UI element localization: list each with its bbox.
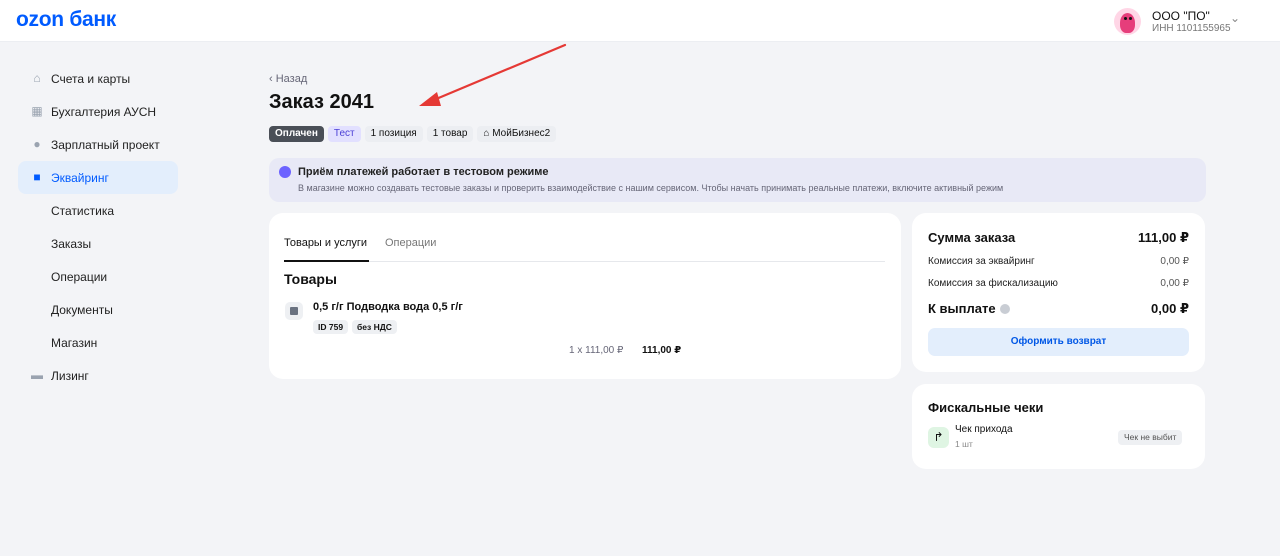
page-title: Заказ 2041 xyxy=(269,91,375,113)
chevron-left-icon: ‹ xyxy=(269,73,276,85)
back-link[interactable]: ‹ Назад xyxy=(269,73,307,85)
gear-icon xyxy=(279,166,291,178)
sidebar: ⌂ Счета и карты ▦ Бухгалтерия АУСН ● Зар… xyxy=(18,62,178,392)
sidebar-item-label: Счета и карты xyxy=(51,71,131,86)
sidebar-item-label: Бухгалтерия АУСН xyxy=(51,104,157,119)
back-label: Назад xyxy=(275,73,308,85)
sidebar-item-label: Зарплатный проект xyxy=(51,137,160,152)
positions-badge: 1 позиция xyxy=(364,126,423,142)
sidebar-item-label: Операции xyxy=(51,269,108,284)
active-tab-indicator xyxy=(284,260,369,262)
sidebar-item-accounting[interactable]: ▦ Бухгалтерия АУСН xyxy=(18,95,178,128)
product-total: 111,00 ₽ xyxy=(642,345,682,356)
receipt-name[interactable]: Чек прихода xyxy=(955,424,1013,435)
sidebar-item-label: Магазин xyxy=(51,335,98,350)
notice-text: В магазине можно создавать тестовые зака… xyxy=(298,183,1004,193)
section-title: Товары xyxy=(284,271,337,287)
annotation-arrow-head xyxy=(419,92,441,106)
top-bar: ozon банк ООО "ПО" ИНН 1101155965 ⌄ xyxy=(0,0,1280,42)
product-tags: ID 759 без НДС xyxy=(313,320,397,334)
refund-button[interactable]: Оформить возврат xyxy=(928,328,1189,356)
people-icon: ● xyxy=(33,137,41,151)
order-badges: Оплачен Тест 1 позиция 1 товар ⌂ МойБизн… xyxy=(269,126,557,142)
order-items-card: Товары и услуги Операции Товары 0,5 г/г … xyxy=(269,213,901,379)
sidebar-item-accounts[interactable]: ⌂ Счета и карты xyxy=(18,62,178,95)
product-name: 0,5 г/г Подводка вода 0,5 г/г xyxy=(313,301,463,313)
calculator-icon: ▦ xyxy=(31,104,43,118)
sidebar-item-leasing[interactable]: ▬ Лизинг xyxy=(18,359,178,392)
sidebar-item-label: Лизинг xyxy=(51,368,89,383)
payout-label-wrap: К выплате xyxy=(928,301,1010,316)
shop-icon: ⌂ xyxy=(483,128,493,139)
sum-label: Сумма заказа xyxy=(928,230,1016,245)
test-badge: Тест xyxy=(327,126,361,142)
chevron-down-icon[interactable]: ⌄ xyxy=(1230,11,1240,25)
avatar xyxy=(1114,8,1141,35)
acquiring-fee-value: 0,00 ₽ xyxy=(1160,256,1189,267)
sidebar-item-orders[interactable]: Заказы xyxy=(18,227,178,260)
sidebar-item-operations[interactable]: Операции xyxy=(18,260,178,293)
product-quantity: 1 x 111,00 ₽ xyxy=(569,345,624,356)
sidebar-item-label: Эквайринг xyxy=(51,170,109,185)
account-inn: ИНН 1101155965 xyxy=(1152,23,1231,34)
status-badge: Оплачен xyxy=(269,126,324,142)
avatar-face xyxy=(1120,13,1135,33)
receipt-status-badge: Чек не выбит xyxy=(1118,430,1183,445)
fiscal-fee-label: Комиссия за фискализацию xyxy=(928,278,1058,289)
payout-label: К выплате xyxy=(928,301,996,316)
avatar-eye xyxy=(1124,17,1127,20)
test-mode-notice: Приём платежей работает в тестовом режим… xyxy=(269,158,1206,202)
order-summary-card: Сумма заказа 111,00 ₽ Комиссия за эквайр… xyxy=(912,213,1205,372)
annotation-arrow xyxy=(419,43,567,106)
home-icon: ⌂ xyxy=(33,71,41,85)
tab-operations[interactable]: Операции xyxy=(385,237,436,249)
sum-value: 111,00 ₽ xyxy=(1138,230,1189,245)
receipt-count: 1 шт xyxy=(955,439,973,449)
acquiring-fee-label: Комиссия за эквайринг xyxy=(928,256,1035,267)
sidebar-item-documents[interactable]: Документы xyxy=(18,293,178,326)
sidebar-item-shop[interactable]: Магазин xyxy=(18,326,178,359)
fiscal-fee-value: 0,00 ₽ xyxy=(1160,278,1189,289)
sidebar-item-label: Заказы xyxy=(51,236,92,251)
product-id-tag: ID 759 xyxy=(313,320,349,334)
sidebar-item-label: Статистика xyxy=(51,203,115,218)
info-icon[interactable] xyxy=(999,304,1010,314)
logo[interactable]: ozon банк xyxy=(16,8,116,32)
fiscal-receipts-card: Фискальные чеки ↱ Чек прихода 1 шт Чек н… xyxy=(912,384,1205,469)
order-tabs: Товары и услуги Операции xyxy=(284,237,885,262)
shop-badge: ⌂ МойБизнес2 xyxy=(477,126,557,142)
truck-icon: ▬ xyxy=(31,368,43,382)
arrow-forward-icon: ↱ xyxy=(928,427,949,448)
notice-title: Приём платежей работает в тестовом режим… xyxy=(298,166,549,178)
sidebar-item-statistics[interactable]: Статистика xyxy=(18,194,178,227)
account-name: ООО "ПО" xyxy=(1152,9,1210,23)
payout-value: 0,00 ₽ xyxy=(1151,301,1189,316)
annotation-arrow-line xyxy=(427,43,567,104)
tab-goods[interactable]: Товары и услуги xyxy=(284,237,367,249)
sidebar-item-acquiring[interactable]: ■ Эквайринг xyxy=(18,161,178,194)
avatar-eye xyxy=(1129,17,1132,20)
fiscal-title: Фискальные чеки xyxy=(928,400,1044,415)
vat-tag: без НДС xyxy=(352,320,397,334)
goods-badge: 1 товар xyxy=(426,126,474,142)
sidebar-item-salary[interactable]: ● Зарплатный проект xyxy=(18,128,178,161)
sidebar-item-label: Документы xyxy=(51,302,113,317)
shop-badge-label: МойБизнес2 xyxy=(492,128,551,139)
box-icon xyxy=(285,302,303,320)
cart-icon: ■ xyxy=(33,170,41,184)
